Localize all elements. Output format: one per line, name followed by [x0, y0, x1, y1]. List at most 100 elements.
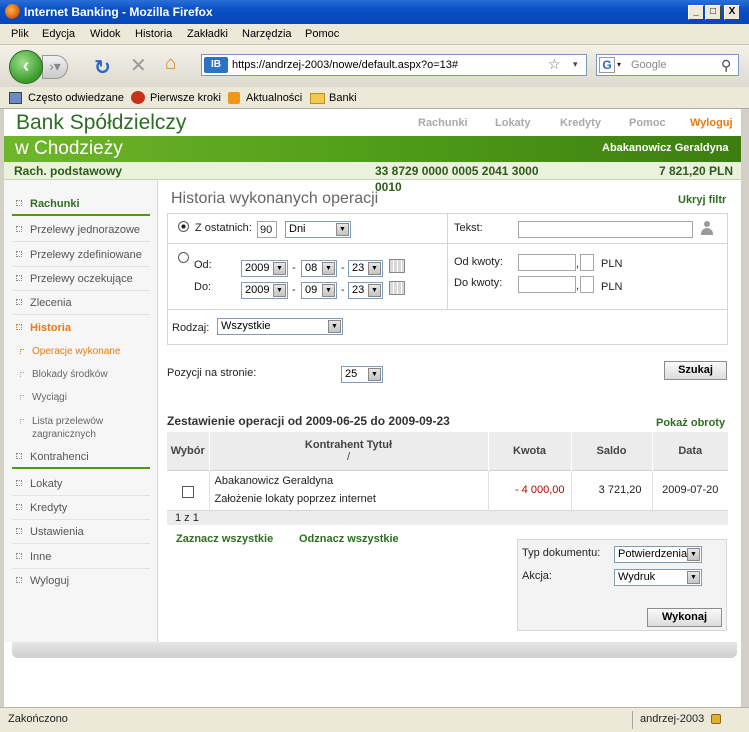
sidebar-item-rachunki[interactable]: Rachunki — [12, 192, 150, 216]
select-value: 25 — [345, 368, 358, 380]
stop-icon[interactable]: ✕ — [130, 53, 147, 78]
sidebar-sub-label: Lista przelewów — [32, 416, 104, 427]
chevron-down-icon: ▼ — [322, 284, 335, 297]
sidebar-item-zlecenia[interactable]: Zlecenia — [12, 291, 150, 315]
topnav-pomoc[interactable]: Pomoc — [629, 117, 666, 129]
date-from-label: Od: — [194, 259, 212, 271]
from-year-select[interactable]: 2009 ▼ — [241, 260, 288, 277]
currency-label: PLN — [601, 281, 623, 293]
status-divider — [632, 711, 633, 729]
col-party: Kontrahent Tytuł / — [209, 432, 489, 470]
bookmark-getting-started[interactable]: Pierwsze kroki — [150, 92, 221, 104]
lock-icon[interactable] — [711, 714, 721, 724]
sidebar-item-wyloguj[interactable]: Wyloguj — [12, 569, 150, 593]
menu-pomoc[interactable]: Pomoc — [305, 28, 339, 40]
amount-to-integer-input[interactable] — [518, 276, 576, 293]
row-party: Abakanowicz Geraldyna — [214, 475, 334, 487]
filter-divider — [167, 243, 728, 244]
sidebar-item-label: Kredyty — [30, 502, 68, 514]
bookmark-news[interactable]: Aktualności — [246, 92, 302, 104]
menu-zakladki[interactable]: Zakładki — [187, 28, 228, 40]
to-year-select[interactable]: 2009 ▼ — [241, 282, 288, 299]
menu-widok[interactable]: Widok — [90, 28, 121, 40]
from-day-select[interactable]: 23 ▼ — [348, 260, 383, 277]
address-bar[interactable]: IB https://andrzej-2003/nowe/default.asp… — [201, 54, 587, 76]
url-text[interactable]: https://andrzej-2003/nowe/default.aspx?o… — [232, 59, 458, 71]
back-button[interactable]: ‹ — [9, 50, 43, 84]
amount-from-integer-input[interactable] — [518, 254, 576, 271]
bookmark-folder-banki[interactable]: Banki — [329, 92, 357, 104]
sidebar: Rachunki Przelewy jednorazowe Przelewy z… — [4, 180, 158, 642]
bullet-icon — [16, 504, 22, 510]
menu-historia[interactable]: Historia — [135, 28, 172, 40]
forward-button[interactable]: ›▾ — [42, 55, 68, 79]
text-filter-input[interactable] — [518, 221, 693, 238]
search-input[interactable]: Google — [631, 59, 666, 71]
engine-dropdown-icon[interactable]: ▾ — [617, 60, 621, 69]
search-magnifier-icon[interactable]: ⚲ — [721, 57, 731, 74]
sidebar-sub-operacje[interactable]: Operacje wykonane — [20, 346, 120, 357]
site-identity-icon[interactable]: IB — [204, 57, 228, 73]
sidebar-item-kontrahenci[interactable]: Kontrahenci — [12, 445, 150, 469]
contact-icon[interactable] — [701, 221, 713, 235]
from-month-select[interactable]: 08 ▼ — [301, 260, 337, 277]
type-select[interactable]: Wszystkie ▼ — [217, 318, 343, 335]
sidebar-item-przelewy-jednorazowe[interactable]: Przelewy jednorazowe — [12, 218, 150, 242]
table-row[interactable]: Abakanowicz Geraldyna Założenie lokaty po… — [167, 470, 728, 510]
hide-filter-link[interactable]: Ukryj filtr — [678, 194, 726, 206]
minimize-button[interactable]: _ — [688, 5, 704, 20]
bullet-icon — [16, 528, 22, 534]
search-bar[interactable]: G ▾ Google ⚲ — [596, 54, 739, 76]
select-all-link[interactable]: Zaznacz wszystkie — [176, 533, 273, 545]
sidebar-sub-zagranicznych[interactable]: zagranicznych — [32, 429, 96, 440]
radio-date-range[interactable] — [178, 252, 189, 263]
amount-from-decimal-input[interactable] — [580, 254, 594, 271]
maximize-button[interactable]: □ — [705, 5, 721, 20]
topnav-rachunki[interactable]: Rachunki — [418, 117, 468, 129]
radio-last-days[interactable] — [178, 221, 189, 232]
select-value: Wydruk — [618, 571, 656, 583]
menu-edycja[interactable]: Edycja — [42, 28, 75, 40]
sidebar-item-historia[interactable]: Historia — [12, 316, 150, 340]
doc-type-select[interactable]: Potwierdzenia ▼ — [614, 546, 702, 563]
search-button[interactable]: Szukaj — [664, 361, 727, 380]
bullet-icon — [20, 349, 24, 354]
sidebar-item-lokaty[interactable]: Lokaty — [12, 472, 150, 496]
filter-divider — [167, 309, 728, 310]
row-checkbox[interactable] — [181, 485, 194, 498]
url-dropdown-icon[interactable]: ▾ — [573, 59, 578, 70]
google-engine-icon[interactable]: G — [599, 57, 615, 73]
bookmark-most-visited[interactable]: Często odwiedzane — [28, 92, 124, 104]
topnav-kredyty[interactable]: Kredyty — [560, 117, 601, 129]
deselect-all-link[interactable]: Odznacz wszystkie — [299, 533, 399, 545]
per-page-select[interactable]: 25 ▼ — [341, 366, 383, 383]
sidebar-item-przelewy-oczekujace[interactable]: Przelewy oczekujące — [12, 267, 150, 291]
action-select[interactable]: Wydruk ▼ — [614, 569, 702, 586]
sidebar-item-ustawienia[interactable]: Ustawienia — [12, 520, 150, 544]
to-month-select[interactable]: 09 ▼ — [301, 282, 337, 299]
sidebar-item-inne[interactable]: Inne — [12, 545, 150, 569]
calendar-icon[interactable] — [389, 259, 405, 273]
menu-narzedzia[interactable]: Narzędzia — [242, 28, 292, 40]
calendar-icon[interactable] — [389, 281, 405, 295]
bookmark-star-icon[interactable]: ☆ — [548, 56, 561, 73]
amount-to-decimal-input[interactable] — [580, 276, 594, 293]
sidebar-sub-wyciagi[interactable]: Wyciągi — [20, 392, 67, 403]
topnav-wyloguj[interactable]: Wyloguj — [690, 117, 733, 129]
menu-plik[interactable]: Plik — [11, 28, 29, 40]
to-day-select[interactable]: 23 ▼ — [348, 282, 383, 299]
show-turnover-link[interactable]: Pokaż obroty — [656, 417, 725, 429]
last-days-input[interactable]: 90 — [257, 221, 277, 238]
execute-button[interactable]: Wykonaj — [647, 608, 722, 627]
last-unit-select[interactable]: Dni ▼ — [285, 221, 351, 238]
topnav-lokaty[interactable]: Lokaty — [495, 117, 530, 129]
chevron-down-icon: ▼ — [328, 320, 341, 333]
close-button[interactable]: X — [724, 5, 740, 20]
home-icon[interactable]: ⌂ — [165, 53, 176, 75]
chevron-down-icon: ▼ — [273, 284, 286, 297]
sidebar-sub-blokady[interactable]: Blokady środków — [20, 369, 108, 380]
sidebar-item-kredyty[interactable]: Kredyty — [12, 496, 150, 520]
sidebar-item-przelewy-zdefiniowane[interactable]: Przelewy zdefiniowane — [12, 243, 150, 267]
sidebar-sub-lista-przelewow[interactable]: Lista przelewów — [20, 416, 104, 427]
reload-icon[interactable]: ↻ — [94, 55, 111, 80]
